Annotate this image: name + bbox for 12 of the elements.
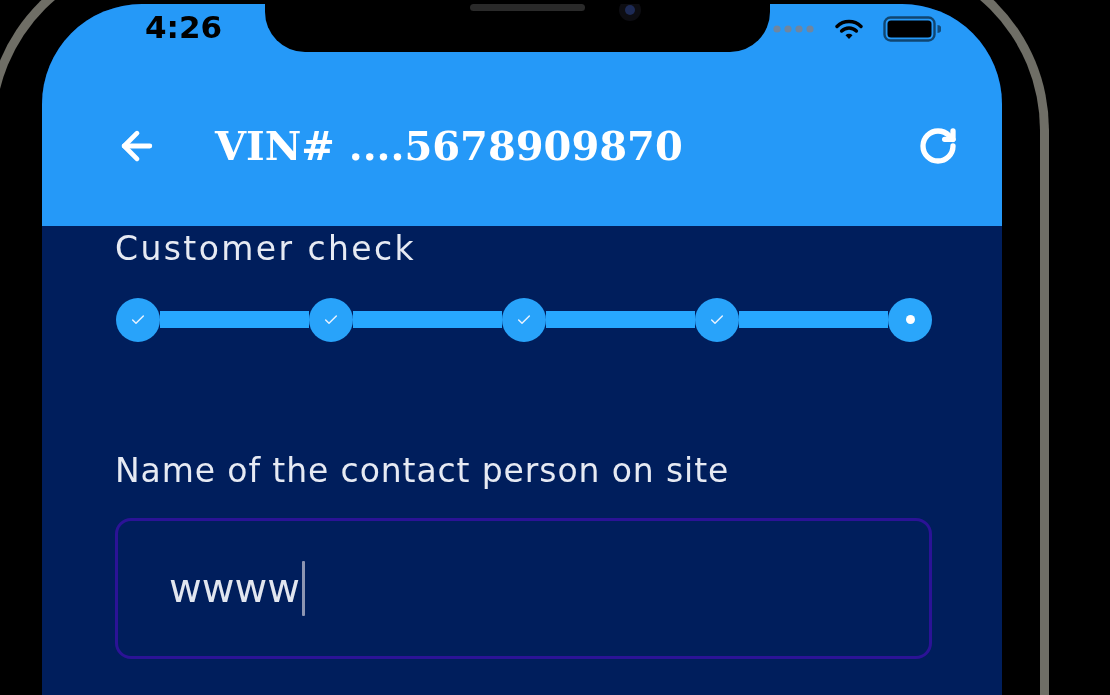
text-cursor-icon (301, 560, 305, 616)
signal-icon (772, 25, 815, 33)
page-title: VIN# ....5678909870 (215, 123, 683, 168)
refresh-button[interactable] (918, 125, 958, 166)
dot-icon (905, 315, 915, 325)
wifi-icon (835, 18, 863, 40)
step-title: Customer check (115, 230, 417, 268)
refresh-icon (918, 125, 958, 166)
input-field[interactable]: wwww (115, 517, 932, 659)
field-label: Name of the contact person on site (115, 451, 731, 490)
battery-icon (883, 16, 941, 42)
status-time: 4:26 (144, 12, 223, 43)
